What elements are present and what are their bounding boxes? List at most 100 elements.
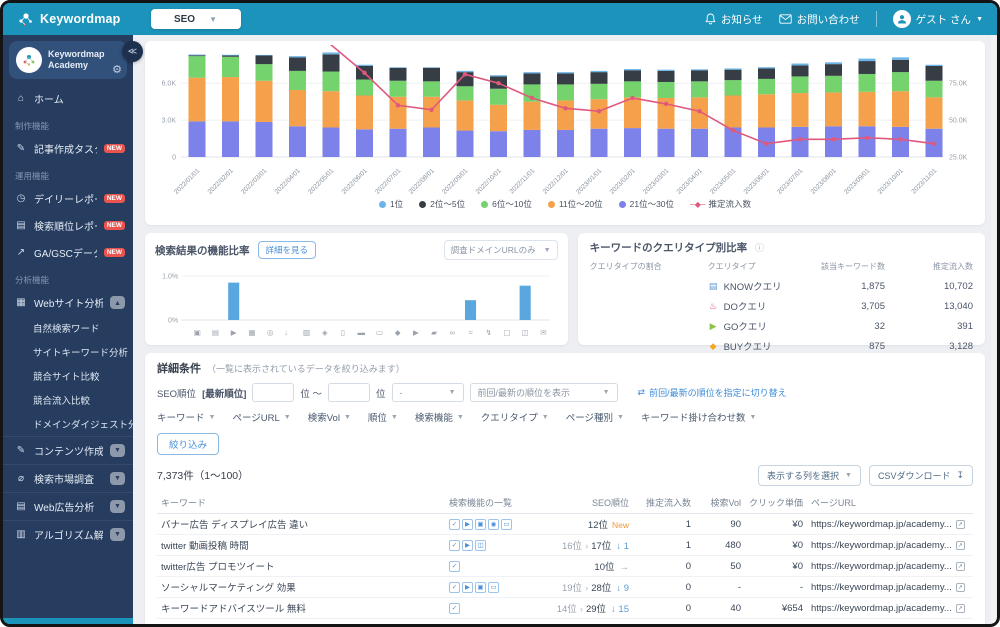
table-column-header[interactable]: ページURL <box>807 492 973 514</box>
home-icon: ⌂ <box>17 93 25 104</box>
apply-filter-button[interactable]: 絞り込み <box>157 433 220 455</box>
sidebar-item-label: GA/GSCデータ <box>34 249 97 260</box>
card-icon: ▭ <box>488 581 499 593</box>
keywordmap-logo[interactable]: Keywordmap <box>17 10 121 28</box>
sidebar-item[interactable]: ▥ アルゴリズム解析 ▼ <box>3 520 133 548</box>
inflow-cell: 0 <box>633 576 695 598</box>
chevron-down-icon[interactable]: ▼ <box>110 500 125 513</box>
legend-item[interactable]: 6位〜10位 <box>481 198 532 210</box>
keyword-cell: キーワードアドバイスツール 無料 <box>157 618 445 624</box>
sidebar-item[interactable]: ▤ Web広告分析 ▼ <box>3 492 133 520</box>
keyword-count: 1,875 <box>861 280 885 292</box>
table-row[interactable]: キーワードアドバイスツール 無料 ✓ 14位 › 29位 ↓ 15 0 40 ¥654 https… <box>157 597 973 619</box>
page-url-cell[interactable]: https://keywordmap.jp/academy...↗ <box>807 534 973 556</box>
topbar-divider <box>875 11 877 27</box>
legend-item[interactable]: 2位〜5位 <box>419 198 465 210</box>
filter-dropdown[interactable]: キーワード ▼ <box>157 410 215 424</box>
sidebar-item[interactable]: ↗ GA/GSCデータ NEW <box>3 239 133 266</box>
filter-dropdown[interactable]: ページ種別 ▼ <box>566 410 624 424</box>
legend-item[interactable]: 11位〜20位 <box>547 198 603 210</box>
filter-dropdown[interactable]: クエリタイプ ▼ <box>481 410 549 424</box>
chevron-down-icon[interactable]: ▼ <box>110 444 125 457</box>
switch-rank-mode-link[interactable]: ⇄ 前回/最新の順位を指定に切り替え <box>638 386 787 399</box>
serp-feature-ratio-card: 検索結果の機能比率 詳細を見る 調査ドメインURLのみ ▼ 1.0% 0% ▣ ▤ ▶ ▦… <box>145 233 568 345</box>
sidebar-item[interactable]: ✎ コンテンツ作成 ▼ <box>3 436 133 464</box>
page-url-cell[interactable]: https://keywordmap.jp/academy...↗ <box>807 597 973 619</box>
user-menu[interactable]: ゲスト さん ▼ <box>892 10 983 28</box>
sidebar-item[interactable]: ▦ Webサイト分析 ▼ <box>3 289 133 316</box>
filter-dropdown[interactable]: 検索機能 ▼ <box>415 410 464 424</box>
page-url-cell[interactable]: https://keywordmap.jp/academy...↗ <box>807 618 973 624</box>
filter-dropdown[interactable]: キーワード掛け合わせ数 ▼ <box>641 410 756 424</box>
select-columns-button[interactable]: 表示する列を選択 ▼ <box>757 465 861 486</box>
contact-button[interactable]: お問い合わせ <box>778 12 860 27</box>
seo-rank-label: SEO順位 <box>157 388 197 400</box>
legend-item[interactable]: 1位 <box>378 198 403 210</box>
serp-feature-chart[interactable]: 1.0% 0% ▣ ▤ ▶ ▦ ◎ ♩ ▧ ◈ ▯ ▬ ▭ ◆ ▶ ▰ ∞ ≈ ↯ ▢ ◫ ✉ <box>155 260 558 344</box>
filter-dropdown[interactable]: 検索Vol ▼ <box>308 410 351 424</box>
query-type-label: KNOWクエリ <box>723 282 782 293</box>
buy-query-icon: ◆ <box>709 340 717 351</box>
keyword-cell: twitter広告 プロモツイート <box>157 555 445 577</box>
check-icon: ✓ <box>449 518 460 530</box>
table-column-header[interactable]: キーワード <box>157 492 445 514</box>
sidebar-subitem[interactable]: 自然検索ワード <box>3 316 133 340</box>
top-navbar: Keywordmap SEO ▼ お知らせ お問い合わせ ゲスト さん ▼ <box>3 3 997 35</box>
table-row[interactable]: キーワードアドバイスツール 無料✓13位New040¥654https://ke… <box>157 618 973 624</box>
sidebar-subitem[interactable]: 競合流入比較 <box>3 388 133 412</box>
sidebar-item[interactable]: ⌀ 検索市場調査 ▼ <box>3 464 133 492</box>
sidebar-collapse-button[interactable]: ≪ <box>122 41 143 62</box>
new-badge: NEW <box>103 194 125 203</box>
legend-item[interactable]: 21位〜30位 <box>618 198 675 210</box>
sidebar-subitem[interactable]: ドメインダイジェスト分析 <box>3 412 133 436</box>
query-type-row: ▤ KNOWクエリ 1,875 10,702 <box>590 279 973 294</box>
domain-filter-select[interactable]: 調査ドメインURLのみ ▼ <box>443 240 558 260</box>
workspace-card[interactable]: Keywordmap Academy ⚙ <box>9 41 127 79</box>
card-title: 検索結果の機能比率 <box>155 244 250 257</box>
chevron-down-icon[interactable]: ▼ <box>110 472 125 485</box>
rank-display-select[interactable]: 前回/最新の順位を表示 ▼ <box>469 383 618 402</box>
filters-subtitle: （一覧に表示されているデータを絞り込みます） <box>207 364 405 374</box>
chevron-down-icon[interactable]: ▼ <box>110 528 125 541</box>
chevron-up-icon[interactable]: ▼ <box>110 296 125 309</box>
table-column-header[interactable]: 検索機能の一覧 <box>445 492 523 514</box>
rank-trend-chart[interactable]: 0 25.0K3.0K 50.0K6.0K 75.0K2022/01/01 2022/0… <box>151 35 979 196</box>
svg-text:2022/07/01: 2022/07/01 <box>374 167 403 195</box>
sidebar-item[interactable]: ▤ 検索順位レポート NEW <box>3 212 133 239</box>
sidebar-subitem[interactable]: 競合サイト比較 <box>3 364 133 388</box>
rank-to-input[interactable] <box>328 383 371 402</box>
table-row[interactable]: ソーシャルマーケティング 効果 ✓ ▶ ▣ ▭ 19位 › 28位 ↓ 9 0- - https://… <box>157 576 973 598</box>
table-row[interactable]: twitter広告 プロモツイート ✓ 10位 → 0 50 ¥0 https://keywo… <box>157 555 973 577</box>
info-icon[interactable]: ⓘ <box>755 241 764 254</box>
page-url-cell[interactable]: https://keywordmap.jp/academy...↗ <box>807 555 973 577</box>
filter-dropdown[interactable]: 順位 ▼ <box>368 410 398 424</box>
sidebar-item[interactable]: ◷ デイリーレポート NEW <box>3 185 133 212</box>
table-column-header[interactable]: 検索Vol <box>695 492 745 514</box>
rank-from-input[interactable] <box>252 383 295 402</box>
scrollbar[interactable] <box>991 36 996 623</box>
csv-download-button[interactable]: CSVダウンロード ↧ <box>868 465 973 486</box>
serp-features-cell: ✓ ▶ ▣ ▭ <box>445 576 523 598</box>
table-row[interactable]: バナー広告 ディスプレイ広告 違い ✓ ▶ ▣ ◉ ▭ 12位 New 1 90 ¥0 https:/… <box>157 513 973 535</box>
page-url-cell[interactable]: https://keywordmap.jp/academy...↗ <box>807 513 973 535</box>
legend-item[interactable]: ─◆─ 推定流入数 <box>690 198 751 210</box>
sidebar-subitem[interactable]: サイトキーワード分析 <box>3 340 133 364</box>
notifications-button[interactable]: お知らせ <box>705 12 763 27</box>
table-column-header[interactable]: SEO順位 <box>523 492 633 514</box>
rank-condition-select[interactable]: - ▼ <box>391 383 464 402</box>
search-vol-cell: 90 <box>695 513 745 535</box>
svg-text:2023/04/01: 2023/04/01 <box>676 167 705 195</box>
table-column-header[interactable]: 推定流入数 <box>633 492 695 514</box>
sidebar-item[interactable]: ✎ 記事作成タスク NEW <box>3 135 133 162</box>
sidebar-item[interactable]: ⌂ ホーム <box>3 85 133 112</box>
legend-label: 21位〜30位 <box>629 199 675 209</box>
gear-icon[interactable]: ⚙ <box>112 63 122 76</box>
product-select[interactable]: SEO ▼ <box>150 9 241 29</box>
page-url-cell[interactable]: https://keywordmap.jp/academy...↗ <box>807 576 973 598</box>
table-column-header[interactable]: クリック単価 <box>745 492 807 514</box>
serp-features-cell: ✓ ▶ ▣ ◉ ▭ <box>445 513 523 535</box>
view-detail-button[interactable]: 詳細を見る <box>257 241 317 259</box>
table-row[interactable]: twitter 動画投稿 時間 ✓ ▶ ◫ 16位 › 17位 ↓ 1 1 480 ¥0 https:… <box>157 534 973 556</box>
mail-icon <box>778 14 792 24</box>
filter-dropdown[interactable]: ページURL ▼ <box>232 410 290 424</box>
